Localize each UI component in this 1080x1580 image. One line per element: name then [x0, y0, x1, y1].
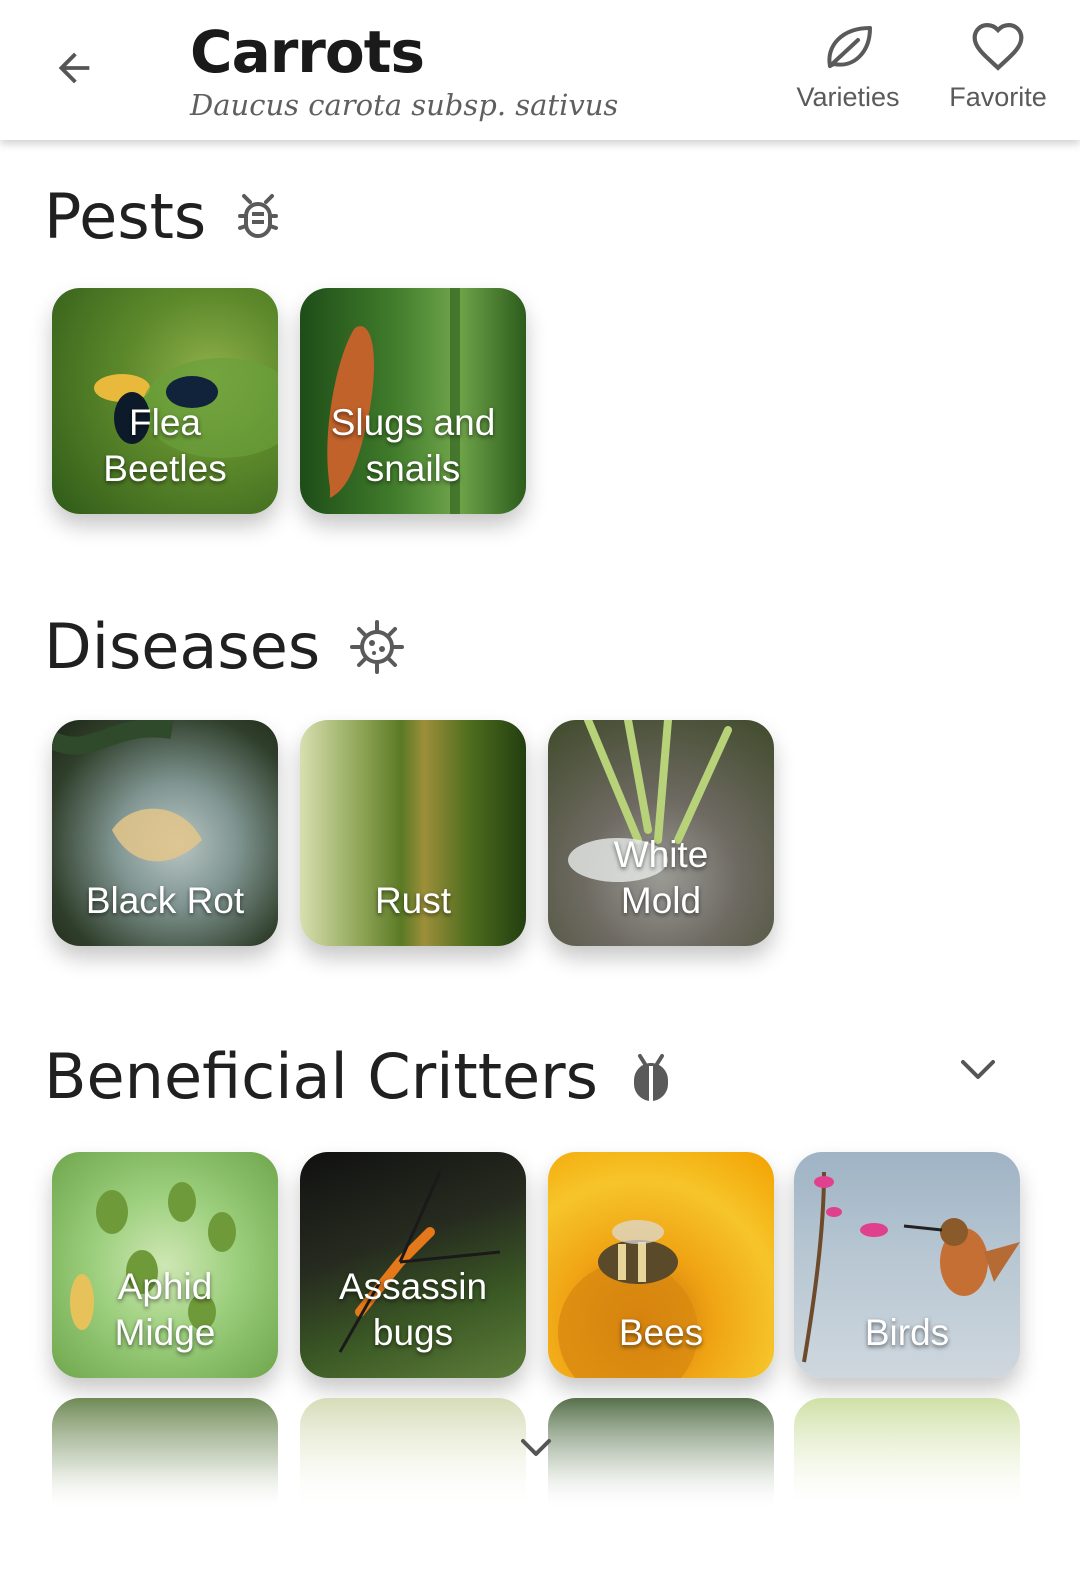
tile-label: Assassin bugs: [338, 1266, 488, 1353]
tile-label: Slugs and snails: [330, 402, 496, 489]
disease-tile-white-mold[interactable]: White Mold: [548, 720, 774, 946]
pest-tile-flea-beetles[interactable]: Flea Beetles: [52, 288, 278, 514]
beneficial-tile-birds[interactable]: Birds: [794, 1152, 1020, 1378]
tile-label: Aphid Midge: [114, 1266, 216, 1353]
disease-tile-rust[interactable]: Rust: [300, 720, 526, 946]
section-title-beneficial: Beneficial Critters: [44, 1040, 676, 1113]
tile-label: Rust: [374, 880, 452, 921]
show-more-button[interactable]: [514, 1430, 558, 1466]
favorite-button[interactable]: Favorite: [946, 20, 1050, 113]
tile-label: Flea Beetles: [103, 402, 227, 489]
page-subtitle: Daucus carota subsp. sativus: [190, 88, 619, 122]
diseases-title: Diseases: [44, 610, 321, 683]
disease-tile-black-rot[interactable]: Black Rot: [52, 720, 278, 946]
bug-icon: [234, 192, 282, 242]
pest-tile-slugs-snails[interactable]: Slugs and snails: [300, 288, 526, 514]
tile-label: White Mold: [613, 834, 709, 921]
tile-label: Birds: [864, 1312, 950, 1353]
section-title-pests: Pests: [44, 180, 282, 253]
back-button[interactable]: [44, 38, 104, 98]
beneficial-tile-bees[interactable]: Bees: [548, 1152, 774, 1378]
tile-label: Bees: [618, 1312, 704, 1353]
arrow-left-icon: [58, 52, 90, 84]
varieties-button[interactable]: Varieties: [792, 20, 904, 113]
heart-icon: [972, 23, 1024, 71]
beneficial-title: Beneficial Critters: [44, 1040, 598, 1113]
ladybug-icon: [626, 1050, 676, 1104]
beneficial-collapse-button[interactable]: [952, 1050, 1004, 1090]
chevron-down-icon: [961, 1060, 995, 1079]
virus-icon: [348, 618, 406, 676]
beneficial-tile-assassin-bugs[interactable]: Assassin bugs: [300, 1152, 526, 1378]
leaf-icon: [827, 26, 872, 68]
pests-title: Pests: [44, 180, 207, 253]
tile-label: Black Rot: [85, 880, 245, 921]
page-title: Carrots: [190, 18, 425, 86]
varieties-label: Varieties: [796, 82, 900, 112]
section-title-diseases: Diseases: [44, 610, 406, 683]
beneficial-tile-aphid-midge[interactable]: Aphid Midge: [52, 1152, 278, 1378]
app-bar: Carrots Daucus carota subsp. sativus Var…: [0, 0, 1080, 140]
favorite-label: Favorite: [949, 82, 1047, 112]
chevron-down-icon: [521, 1439, 551, 1456]
